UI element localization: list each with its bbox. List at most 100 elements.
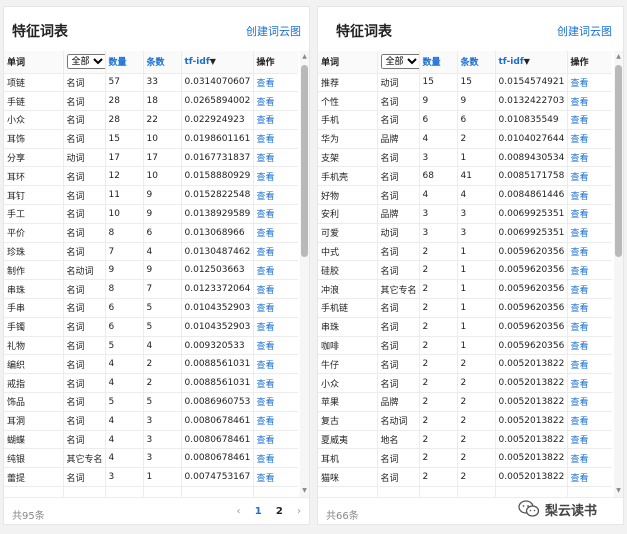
cell-pos: 名词 xyxy=(377,373,420,394)
cell-pos: 名词 xyxy=(63,242,106,262)
view-link[interactable]: 查看 xyxy=(253,448,298,469)
view-link[interactable]: 查看 xyxy=(567,223,612,243)
feature-word-table-wrap: 单词 全部 数量 条数 tf-idf▼ 操作 项链 名词 57 33 0.0314070… xyxy=(4,51,298,497)
create-wordcloud-link[interactable]: 创建词云图 xyxy=(557,23,612,39)
header-tfidf[interactable]: tf-idf▼ xyxy=(181,51,254,74)
cell-word: 支架 xyxy=(318,148,378,168)
scroll-down-arrow-icon[interactable]: ▼ xyxy=(300,487,309,495)
table-row: 戒指 名词 4 2 0.0088561031 查看 xyxy=(4,373,298,394)
view-link[interactable]: 查看 xyxy=(253,373,298,394)
view-link[interactable]: 查看 xyxy=(567,73,612,93)
cell-word: 夏威夷 xyxy=(318,430,378,450)
scroll-up-arrow-icon[interactable]: ▲ xyxy=(300,53,309,61)
view-link[interactable]: 查看 xyxy=(567,373,612,394)
vertical-scrollbar[interactable]: ▲ ▼ xyxy=(614,51,623,497)
cell-word: 分享 xyxy=(4,148,64,168)
cell-num: 1 xyxy=(457,242,496,262)
cell-tfidf: 0.0104027644 xyxy=(495,129,568,149)
view-link[interactable]: 查看 xyxy=(567,467,612,488)
wechat-icon xyxy=(518,500,540,517)
next-page-button[interactable]: › xyxy=(297,506,301,517)
pos-filter-select[interactable]: 全部 xyxy=(380,54,418,70)
view-link[interactable]: 查看 xyxy=(253,166,298,187)
cell-word: 猫咪 xyxy=(318,467,378,488)
view-link[interactable]: 查看 xyxy=(253,73,298,93)
cell-word: 可爱 xyxy=(318,223,378,243)
vertical-scrollbar[interactable]: ▲ ▼ xyxy=(300,51,309,497)
view-link[interactable]: 查看 xyxy=(253,129,298,149)
view-link[interactable]: 查看 xyxy=(567,317,612,337)
view-link[interactable]: 查看 xyxy=(253,467,298,488)
scroll-down-arrow-icon[interactable]: ▼ xyxy=(614,487,623,495)
view-link[interactable]: 查看 xyxy=(567,148,612,168)
view-link[interactable]: 查看 xyxy=(567,279,612,300)
header-pos: 全部 xyxy=(377,51,420,74)
prev-page-button[interactable]: ‹ xyxy=(237,506,241,517)
view-link[interactable]: 查看 xyxy=(567,354,612,375)
cell-word: 编织 xyxy=(4,354,64,375)
view-link[interactable]: 查看 xyxy=(253,336,298,356)
table-row: 手机 名词 6 6 0.010835549 查看 xyxy=(318,110,612,130)
view-link[interactable]: 查看 xyxy=(253,148,298,168)
cell-pos: 动词 xyxy=(63,148,106,168)
table-row: 推荐 动词 15 15 0.0154574921 查看 xyxy=(318,73,612,93)
view-link[interactable]: 查看 xyxy=(567,411,612,431)
view-link[interactable]: 查看 xyxy=(567,129,612,149)
view-link[interactable]: 查看 xyxy=(567,242,612,262)
watermark-text: 梨云读书 xyxy=(545,504,598,519)
view-link[interactable]: 查看 xyxy=(253,91,298,112)
view-link[interactable]: 查看 xyxy=(567,430,612,450)
view-link[interactable]: 查看 xyxy=(567,204,612,224)
scroll-up-arrow-icon[interactable]: ▲ xyxy=(614,53,623,61)
page-2-button[interactable]: 2 xyxy=(276,506,283,517)
view-link[interactable]: 查看 xyxy=(253,354,298,375)
page-1-button[interactable]: 1 xyxy=(255,506,262,517)
create-wordcloud-link[interactable]: 创建词云图 xyxy=(246,23,301,39)
view-link[interactable] xyxy=(253,486,298,497)
view-link[interactable]: 查看 xyxy=(567,91,612,112)
view-link[interactable]: 查看 xyxy=(567,336,612,356)
cell-num: 10 xyxy=(143,166,182,187)
view-link[interactable]: 查看 xyxy=(253,204,298,224)
cell-word: 小众 xyxy=(318,373,378,394)
view-link[interactable]: 查看 xyxy=(567,166,612,187)
header-tfidf[interactable]: tf-idf▼ xyxy=(495,51,568,74)
view-link[interactable]: 查看 xyxy=(567,185,612,206)
view-link[interactable]: 查看 xyxy=(253,430,298,450)
table-row: 硅胶 名词 2 1 0.0059620356 查看 xyxy=(318,260,612,281)
view-link[interactable]: 查看 xyxy=(567,392,612,412)
view-link[interactable]: 查看 xyxy=(567,260,612,281)
view-link[interactable]: 查看 xyxy=(253,242,298,262)
cell-pos: 名动词 xyxy=(63,260,106,281)
view-link[interactable]: 查看 xyxy=(567,298,612,318)
cell-pos: 名词 xyxy=(63,298,106,318)
cell-word: 项链 xyxy=(4,73,64,93)
cell-count: 2 xyxy=(419,354,458,375)
cell-pos: 名词 xyxy=(377,166,420,187)
cell-tfidf: 0.012503663 xyxy=(181,260,254,281)
view-link[interactable]: 查看 xyxy=(253,279,298,300)
view-link[interactable]: 查看 xyxy=(567,110,612,130)
header-count[interactable]: 数量 xyxy=(419,51,458,74)
cell-tfidf: 0.0059620356 xyxy=(495,260,568,281)
view-link[interactable]: 查看 xyxy=(253,260,298,281)
header-count[interactable]: 数量 xyxy=(105,51,144,74)
view-link[interactable] xyxy=(567,486,612,497)
view-link[interactable]: 查看 xyxy=(567,448,612,469)
pos-filter-select[interactable]: 全部 xyxy=(66,54,104,70)
cell-count: 4 xyxy=(105,354,144,375)
scroll-thumb[interactable] xyxy=(615,65,622,257)
header-num[interactable]: 条数 xyxy=(143,51,182,74)
view-link[interactable]: 查看 xyxy=(253,392,298,412)
cell-tfidf: 0.0158880929 xyxy=(181,166,254,187)
view-link[interactable]: 查看 xyxy=(253,223,298,243)
view-link[interactable]: 查看 xyxy=(253,317,298,337)
header-num[interactable]: 条数 xyxy=(457,51,496,74)
scroll-thumb[interactable] xyxy=(301,65,308,257)
view-link[interactable]: 查看 xyxy=(253,298,298,318)
view-link[interactable]: 查看 xyxy=(253,110,298,130)
view-link[interactable]: 查看 xyxy=(253,411,298,431)
cell-num: 2 xyxy=(143,373,182,394)
cell-count: 6 xyxy=(105,298,144,318)
view-link[interactable]: 查看 xyxy=(253,185,298,206)
